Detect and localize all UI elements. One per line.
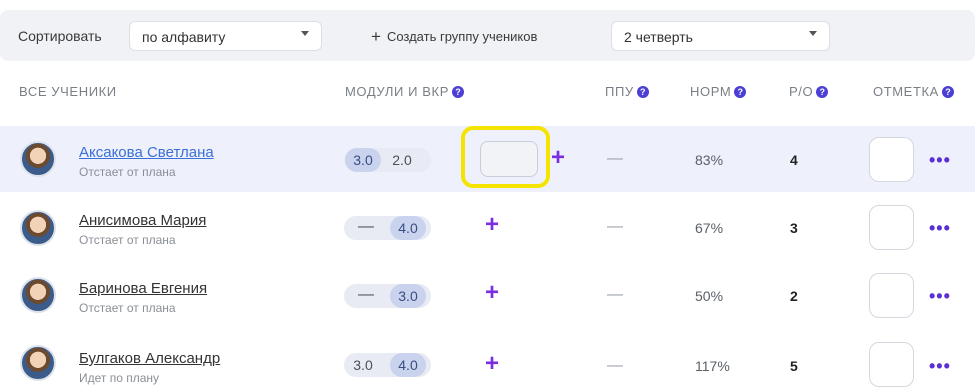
create-group-label: Создать группу учеников xyxy=(386,29,538,44)
more-icon[interactable]: ••• xyxy=(929,286,951,307)
table-header: ВСЕ УЧЕНИКИ МОДУЛИ И ВКР? ППУ? НОРМ? Р/О… xyxy=(0,84,975,106)
column-modules-label: МОДУЛИ И ВКР xyxy=(345,84,449,99)
module-grade[interactable]: 4.0 xyxy=(390,353,426,377)
sort-label: Сортировать xyxy=(18,28,102,44)
module-grade[interactable]: — xyxy=(358,218,374,236)
more-icon[interactable]: ••• xyxy=(929,150,951,171)
mark-input[interactable] xyxy=(869,342,914,387)
add-grade-icon[interactable]: + xyxy=(485,352,499,376)
ppu-value: — xyxy=(607,218,623,235)
more-icon[interactable]: ••• xyxy=(929,356,951,377)
column-all-students: ВСЕ УЧЕНИКИ xyxy=(19,84,117,99)
module-grade[interactable]: 2.0 xyxy=(384,148,420,172)
quarter-select[interactable]: 2 четверть xyxy=(611,21,830,51)
help-icon[interactable]: ? xyxy=(816,86,829,98)
help-icon[interactable]: ? xyxy=(941,86,954,98)
chevron-down-icon xyxy=(809,31,817,36)
avatar xyxy=(20,277,56,313)
avatar xyxy=(20,141,56,177)
chevron-down-icon xyxy=(301,31,309,36)
avatar xyxy=(20,345,56,381)
grade-input[interactable] xyxy=(480,141,538,177)
column-ro-label: Р/О xyxy=(789,84,814,99)
ppu-value: — xyxy=(607,150,623,167)
student-name-link[interactable]: Анисимова Мария xyxy=(79,212,206,229)
student-name-link[interactable]: Булгаков Александр xyxy=(79,350,220,367)
plus-icon: + xyxy=(371,27,381,46)
norm-value: 67% xyxy=(695,220,724,236)
add-grade-icon[interactable]: + xyxy=(551,146,565,170)
ro-value: 5 xyxy=(790,358,798,374)
more-icon[interactable]: ••• xyxy=(929,218,951,239)
norm-value: 117% xyxy=(695,358,730,374)
module-grade[interactable]: 3.0 xyxy=(390,284,426,308)
column-mark: ОТМЕТКА? xyxy=(873,84,954,99)
column-ppu: ППУ? xyxy=(605,84,649,99)
student-name-link[interactable]: Баринова Евгения xyxy=(79,280,207,297)
sort-select[interactable]: по алфавиту xyxy=(129,21,322,51)
column-norm: НОРМ? xyxy=(690,84,747,99)
module-grade[interactable]: 3.0 xyxy=(345,353,381,377)
add-grade-icon[interactable]: + xyxy=(485,281,499,305)
student-status: Идет по плану xyxy=(79,371,160,385)
module-grade[interactable]: 4.0 xyxy=(390,216,426,240)
mark-input[interactable] xyxy=(869,205,914,250)
module-grade[interactable]: 3.0 xyxy=(345,148,381,172)
student-status: Отстает от плана xyxy=(79,165,176,179)
help-icon[interactable]: ? xyxy=(636,86,649,98)
help-icon[interactable]: ? xyxy=(734,86,747,98)
column-norm-label: НОРМ xyxy=(690,84,732,99)
ppu-value: — xyxy=(607,286,623,303)
module-grade[interactable]: — xyxy=(358,286,374,304)
help-icon[interactable]: ? xyxy=(452,86,464,98)
quarter-select-value: 2 четверть xyxy=(624,29,693,45)
sort-select-value: по алфавиту xyxy=(142,29,226,45)
create-group-button[interactable]: + Создать группу учеников xyxy=(371,26,537,46)
ro-value: 4 xyxy=(790,152,798,168)
add-grade-icon[interactable]: + xyxy=(485,213,499,237)
ro-value: 3 xyxy=(790,220,798,236)
avatar xyxy=(20,210,56,246)
student-status: Отстает от плана xyxy=(79,233,176,247)
mark-input[interactable] xyxy=(869,137,914,182)
ro-value: 2 xyxy=(790,288,798,304)
student-status: Отстает от плана xyxy=(79,301,176,315)
mark-input[interactable] xyxy=(869,273,914,318)
column-mark-label: ОТМЕТКА xyxy=(873,84,939,99)
student-name-link[interactable]: Аксакова Светлана xyxy=(79,144,214,161)
column-ro: Р/О? xyxy=(789,84,829,99)
norm-value: 83% xyxy=(695,152,724,168)
norm-value: 50% xyxy=(695,288,724,304)
ppu-value: — xyxy=(607,357,623,374)
column-modules: МОДУЛИ И ВКР? xyxy=(345,84,464,99)
column-ppu-label: ППУ xyxy=(605,84,634,99)
